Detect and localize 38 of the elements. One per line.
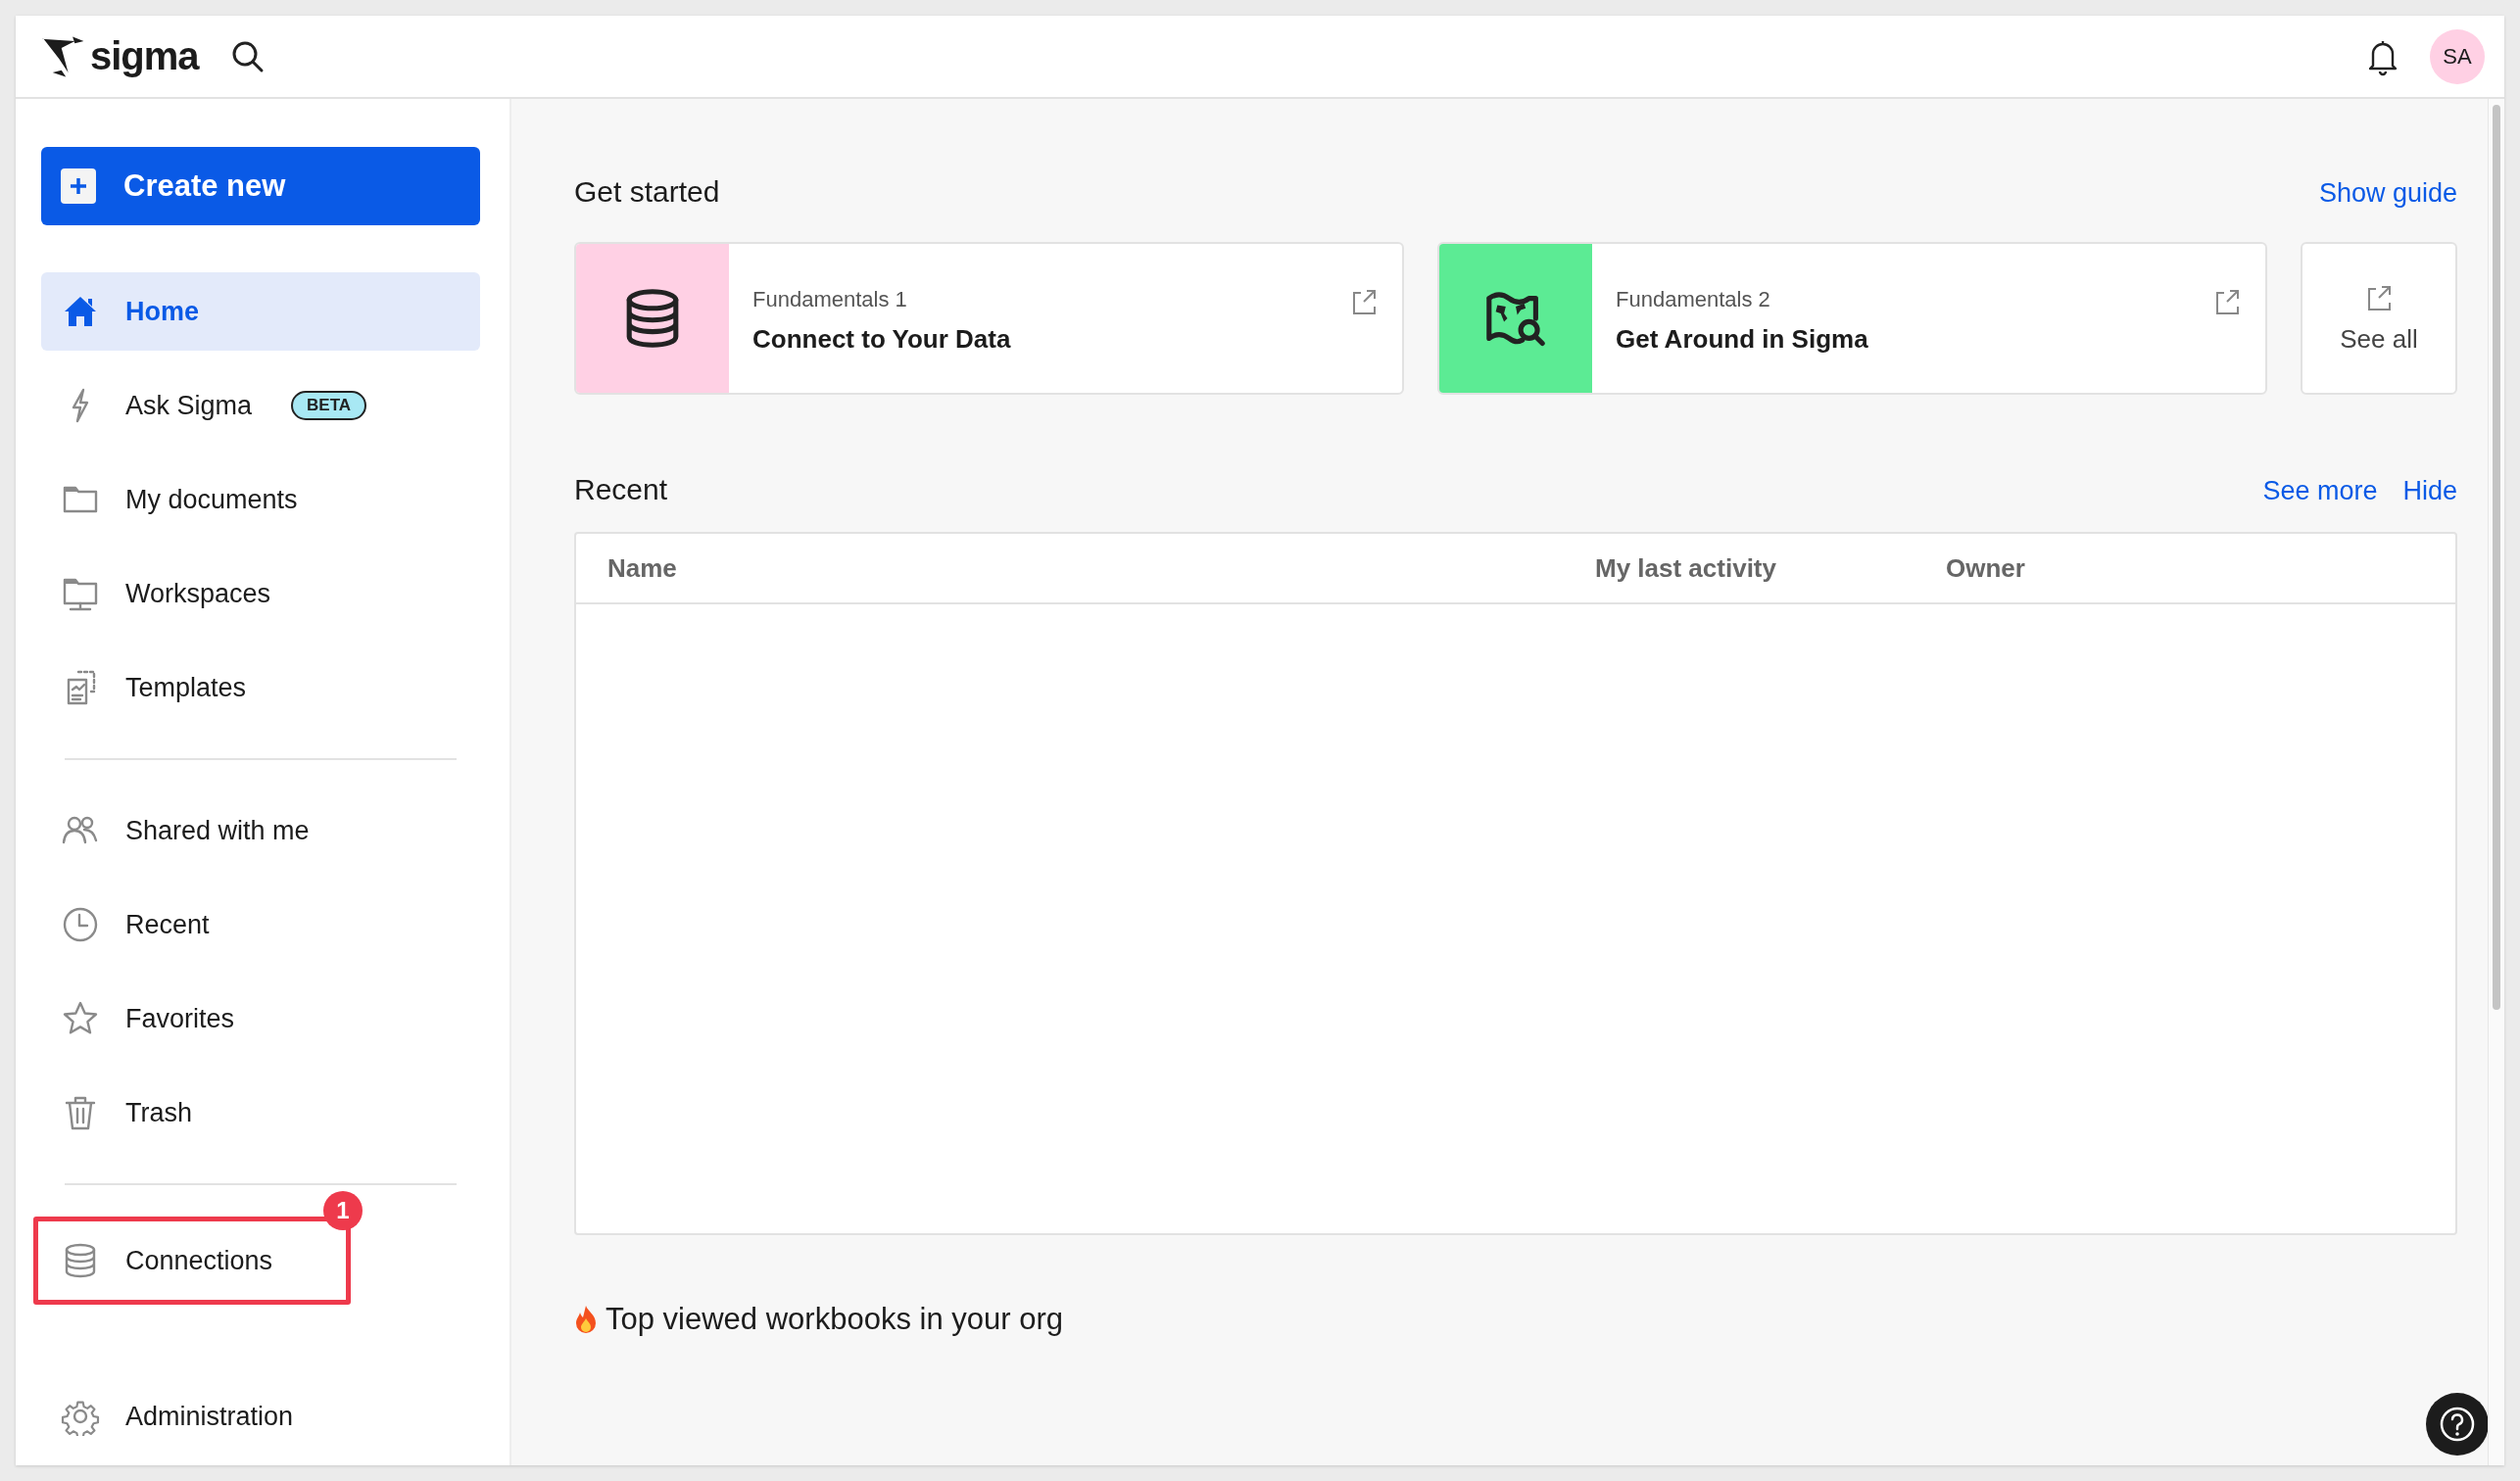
nav-item[interactable]: Recent xyxy=(41,885,480,964)
sigma-logo[interactable]: sigma xyxy=(39,31,199,81)
column-header: My last activity xyxy=(1595,552,1777,584)
show-guide-link[interactable]: Show guide xyxy=(2318,178,2457,209)
flame-icon xyxy=(574,1305,598,1334)
nav-item[interactable]: Shared with me xyxy=(41,791,480,870)
scrollbar-thumb[interactable] xyxy=(2493,105,2500,1010)
card-title: Connect to Your Data xyxy=(752,324,1011,355)
nav-item[interactable]: Trash xyxy=(41,1074,480,1152)
clock-icon xyxy=(61,905,100,944)
card-subtitle: Fundamentals 1 xyxy=(752,287,908,312)
header-link[interactable]: Hide xyxy=(2402,476,2457,505)
nav-label: Ask Sigma xyxy=(125,390,253,421)
header-link[interactable]: See more xyxy=(2262,476,2378,505)
nav-item[interactable]: My documents xyxy=(41,460,480,539)
card-subtitle: Fundamentals 2 xyxy=(1616,287,1771,312)
beta-badge: BETA xyxy=(291,391,367,420)
section-title: Recent xyxy=(574,473,668,506)
create-new-button[interactable]: Create new xyxy=(41,147,480,225)
nav-item[interactable]: Favorites xyxy=(41,979,480,1058)
nav-item[interactable]: Home xyxy=(41,272,480,351)
tutorial-card[interactable]: Fundamentals 2 Get Around in Sigma xyxy=(1437,242,2267,395)
see-all-card[interactable]: See all xyxy=(2301,242,2457,395)
column-header: Name xyxy=(607,552,678,584)
card-title: Get Around in Sigma xyxy=(1616,324,1868,355)
plus-icon xyxy=(61,168,96,204)
avatar[interactable]: SA xyxy=(2430,28,2485,84)
section-title: Top viewed workbooks in your org xyxy=(606,1302,1063,1337)
nav-item[interactable]: Administration xyxy=(41,1377,480,1456)
tutorial-card[interactable]: Fundamentals 1 Connect to Your Data xyxy=(574,242,1404,395)
help-icon xyxy=(2438,1405,2477,1444)
nav-item[interactable]: Ask Sigma BETA xyxy=(41,366,480,445)
step-number-badge: 1 xyxy=(323,1191,363,1230)
column-header: Owner xyxy=(1946,552,2025,584)
section-title: Get started xyxy=(574,175,720,209)
nav-item[interactable]: Templates xyxy=(41,648,480,727)
see-all-label: See all xyxy=(2340,323,2418,355)
nav-item[interactable]: Workspaces xyxy=(41,554,480,633)
